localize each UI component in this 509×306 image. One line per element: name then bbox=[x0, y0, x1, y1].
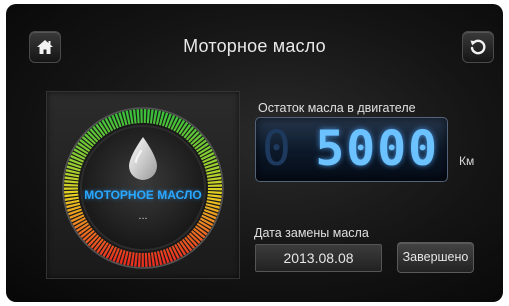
change-date-field[interactable]: 2013.08.08 bbox=[255, 244, 382, 272]
back-button[interactable] bbox=[462, 31, 494, 63]
done-button[interactable]: Завершено bbox=[397, 242, 474, 273]
gauge-label: МОТОРНОЕ МАСЛО bbox=[84, 188, 202, 202]
remaining-oil-display: 0 5000 bbox=[255, 117, 448, 182]
page-title: Моторное масло bbox=[183, 36, 326, 56]
remaining-oil-value: 5000 bbox=[315, 121, 439, 177]
back-refresh-icon bbox=[470, 39, 486, 55]
gauge-sub-value: ... bbox=[138, 210, 148, 222]
odometer-ghost-digit: 0 bbox=[262, 121, 293, 177]
remaining-oil-unit: Км bbox=[459, 154, 475, 168]
change-date-label: Дата замены масла bbox=[254, 226, 369, 240]
oil-gauge bbox=[62, 107, 224, 269]
screen: Моторное масло МОТОРНОЕ МАСЛО ... Остато… bbox=[6, 4, 503, 302]
oil-gauge-panel: МОТОРНОЕ МАСЛО ... bbox=[46, 91, 240, 279]
remaining-oil-label: Остаток масла в двигателе bbox=[258, 101, 416, 115]
